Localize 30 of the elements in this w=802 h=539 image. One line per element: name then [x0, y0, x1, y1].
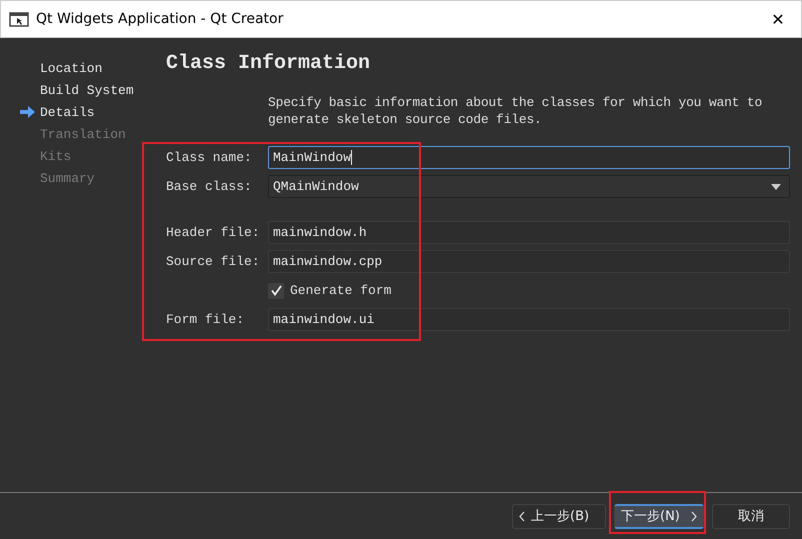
input-field[interactable]: MainWindow	[268, 146, 790, 169]
chevron-left-icon	[519, 510, 525, 522]
input-field[interactable]: mainwindow.h	[268, 221, 790, 244]
input-field[interactable]: mainwindow.cpp	[268, 250, 790, 273]
dropdown[interactable]: QMainWindow	[268, 175, 790, 198]
wizard-step: Kits	[40, 148, 72, 164]
wizard-button[interactable]: 取消	[712, 504, 790, 528]
window-title: Qt Widgets Application - Qt Creator	[36, 11, 284, 27]
field-label: Source file:	[166, 254, 261, 269]
field-label: Form file:	[166, 312, 246, 327]
wizard-button[interactable]: 下一步(N)	[614, 504, 704, 528]
field-label: Header file:	[166, 225, 261, 240]
wizard-step: Summary	[40, 170, 95, 186]
page-heading: Class Information	[166, 52, 372, 75]
close-button[interactable]: ✕	[755, 1, 801, 37]
check-icon	[270, 285, 282, 296]
chevron-right-icon	[691, 510, 697, 522]
wizard-step: Translation	[40, 126, 126, 142]
field-label: Base class:	[166, 179, 253, 194]
checkbox-label: Generate form	[290, 283, 392, 298]
wizard-step: Details	[40, 104, 95, 120]
wizard-step: Build System	[40, 82, 134, 98]
field-label: Class name:	[166, 150, 253, 165]
wizard-button[interactable]: 上一步(B)	[512, 504, 606, 528]
wizard-step: Location	[40, 60, 102, 76]
input-field[interactable]: mainwindow.ui	[268, 308, 790, 331]
page-description: Specify basic information about the classes for which you want to generate skeleton source code files.	[268, 94, 764, 128]
dropdown-arrow-icon	[771, 184, 781, 190]
window-icon	[9, 11, 29, 27]
generate-form-checkbox[interactable]	[268, 282, 284, 298]
